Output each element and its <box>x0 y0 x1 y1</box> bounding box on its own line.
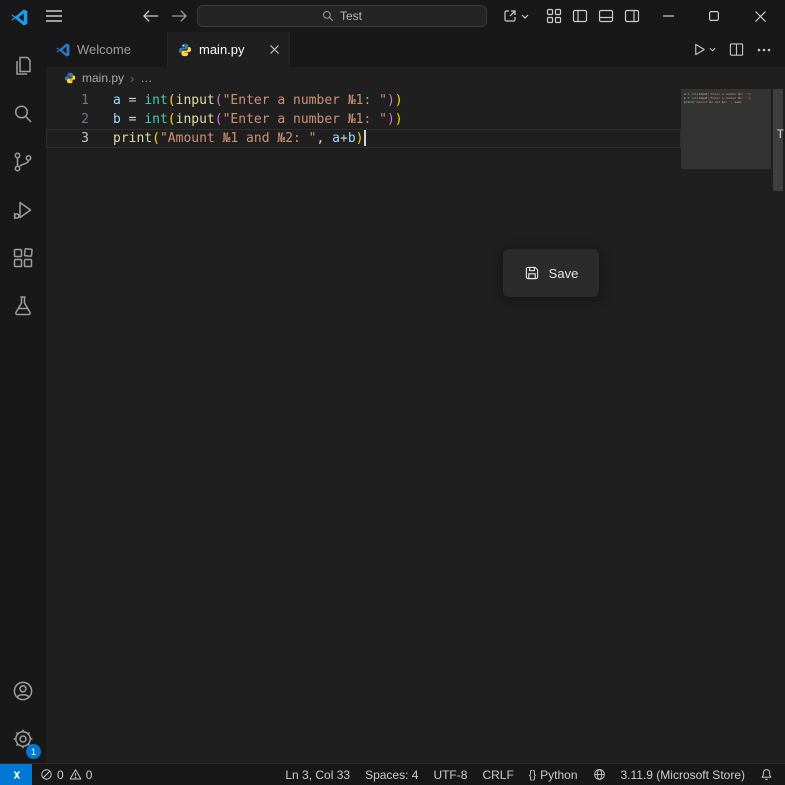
activity-bar: 1 <box>0 32 46 763</box>
eol-sequence[interactable]: CRLF <box>482 768 513 782</box>
notifications-bell-icon[interactable] <box>760 768 773 781</box>
errors-indicator[interactable]: 0 <box>40 768 64 782</box>
extensions-icon[interactable] <box>0 234 46 282</box>
chevron-down-icon <box>521 14 528 19</box>
code-lines: 1 a = int(input("Enter a number №1: ")) 2 b… <box>46 91 681 148</box>
line-number: 2 <box>81 112 89 127</box>
search-label: Test <box>339 9 362 23</box>
code-line[interactable]: 3 print("Amount №1 and №2: ", a+b) <box>46 129 681 148</box>
tab-welcome[interactable]: Welcome <box>46 32 168 67</box>
split-editor-icon[interactable] <box>729 42 744 57</box>
python-file-icon <box>64 72 76 84</box>
breadcrumb-file[interactable]: main.py <box>82 71 124 85</box>
welcome-tab-icon <box>56 42 70 57</box>
text-cursor <box>364 130 367 146</box>
python-interpreter[interactable]: 3.11.9 (Microsoft Store) <box>621 768 746 782</box>
toggle-sidebar-left-icon[interactable] <box>571 7 589 25</box>
settings-badge: 1 <box>26 744 41 759</box>
toggle-panel-icon[interactable] <box>597 7 615 25</box>
breadcrumb-more[interactable]: … <box>140 71 152 85</box>
open-layout-dropdown[interactable] <box>498 6 532 26</box>
braces-icon: {} <box>528 768 537 781</box>
minimap-content: a = int(input("Enter a number №1: ")) b =… <box>684 92 751 104</box>
errors-count: 0 <box>57 767 64 782</box>
problems-panel[interactable]: 0 0 <box>32 768 92 782</box>
remote-indicator[interactable] <box>0 764 32 785</box>
run-debug-icon[interactable] <box>0 186 46 234</box>
warnings-indicator[interactable]: 0 <box>69 767 93 782</box>
close-tab-icon[interactable] <box>270 45 279 54</box>
vertical-scrollbar[interactable]: T <box>771 89 785 763</box>
indentation[interactable]: Spaces: 4 <box>365 768 418 782</box>
code-text: b = int(input("Enter a number №1: ")) <box>113 112 403 127</box>
python-file-icon <box>178 43 192 57</box>
code-line[interactable]: 2 b = int(input("Enter a number №1: ")) <box>46 110 681 129</box>
cursor-position[interactable]: Ln 3, Col 33 <box>285 768 350 782</box>
account-icon[interactable] <box>0 667 46 715</box>
save-floppy-icon <box>524 265 540 281</box>
testing-icon[interactable] <box>0 282 46 330</box>
breadcrumb[interactable]: main.py › … <box>46 67 785 89</box>
tab-label: Welcome <box>77 42 131 57</box>
back-arrow-icon[interactable] <box>140 6 162 26</box>
line-number: 1 <box>81 93 89 108</box>
forward-arrow-icon[interactable] <box>168 6 190 26</box>
save-button[interactable]: Save <box>503 249 599 297</box>
encoding[interactable]: UTF-8 <box>433 768 467 782</box>
editor-area: Welcome main.py main.py › … 1 a = int(in… <box>46 32 785 763</box>
overview-ruler-marker: T <box>776 127 784 141</box>
maximize-button[interactable] <box>691 0 736 32</box>
minimap[interactable]: a = int(input("Enter a number №1: ")) b =… <box>681 89 771 289</box>
language-label: Python <box>540 767 578 782</box>
tab-bar: Welcome main.py <box>46 32 785 67</box>
status-bar-right: Ln 3, Col 33 Spaces: 4 UTF-8 CRLF {} Pyt… <box>285 768 785 782</box>
more-actions-icon[interactable] <box>757 48 771 52</box>
menu-icon[interactable] <box>44 7 64 25</box>
code-line[interactable]: 1 a = int(input("Enter a number №1: ")) <box>46 91 681 110</box>
toggle-sidebar-right-icon[interactable] <box>623 7 641 25</box>
warnings-count: 0 <box>85 767 93 782</box>
warning-icon <box>69 769 82 780</box>
code-text: print("Amount №1 and №2: ", a+b) <box>89 129 367 148</box>
chevron-down-icon <box>709 47 716 52</box>
chevron-right-icon: › <box>130 70 135 86</box>
code-text: a = int(input("Enter a number №1: ")) <box>113 93 403 108</box>
explorer-icon[interactable] <box>0 42 46 90</box>
close-window-button[interactable] <box>736 0 785 32</box>
vscode-logo-icon <box>10 8 28 26</box>
titlebar: Test <box>0 0 785 32</box>
error-icon <box>41 769 52 780</box>
status-bar: 0 0 Ln 3, Col 33 Spaces: 4 UTF-8 CRLF {}… <box>0 763 785 785</box>
tab-main-py[interactable]: main.py <box>168 32 290 67</box>
settings-gear-icon[interactable]: 1 <box>0 715 46 763</box>
code-editor[interactable]: 1 a = int(input("Enter a number №1: ")) 2 b… <box>46 89 785 763</box>
run-python-file-button[interactable] <box>692 42 716 57</box>
line-number: 3 <box>81 131 89 146</box>
minimize-button[interactable] <box>646 0 691 32</box>
command-center-search[interactable]: Test <box>197 5 487 27</box>
search-icon <box>322 10 334 22</box>
customize-layout-icon[interactable] <box>545 7 563 25</box>
language-mode[interactable]: {} Python <box>529 768 578 782</box>
search-sidebar-icon[interactable] <box>0 90 46 138</box>
editor-actions <box>692 32 785 67</box>
save-button-label: Save <box>548 265 579 281</box>
globe-icon[interactable] <box>593 768 606 781</box>
tab-label: main.py <box>199 42 245 57</box>
main-area: 1 Welcome main.py main.py › … 1 a = int(… <box>0 32 785 763</box>
source-control-icon[interactable] <box>0 138 46 186</box>
